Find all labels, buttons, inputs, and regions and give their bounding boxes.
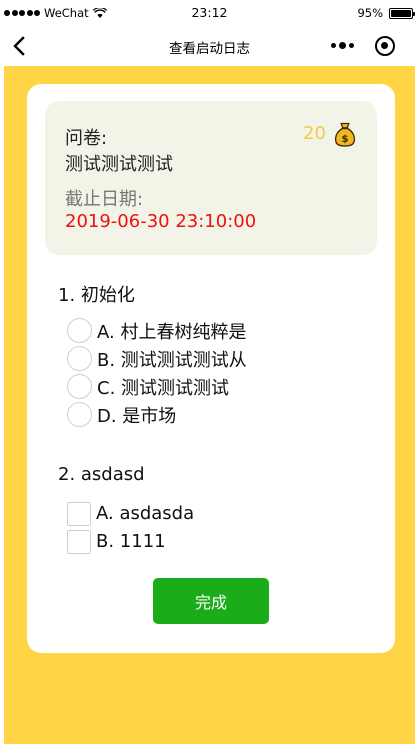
checkbox-option[interactable]: B. 1111 <box>67 529 166 554</box>
radio-option[interactable]: D. 是市场 <box>67 402 176 427</box>
close-miniprogram-icon[interactable] <box>375 36 395 56</box>
survey-label: 问卷: <box>65 128 108 149</box>
clock: 23:12 <box>191 5 228 20</box>
radio-button[interactable] <box>67 374 92 399</box>
checkbox[interactable] <box>67 501 91 526</box>
checkbox-option[interactable]: A. asdasda <box>67 501 194 526</box>
question-2-title: 2. asdasd <box>58 464 145 485</box>
question-1-title: 1. 初始化 <box>58 285 135 306</box>
reward-points: 20 <box>303 123 326 144</box>
option-label: B. 测试测试测试从 <box>97 349 247 371</box>
nav-bar: 查看启动日志 <box>0 26 419 66</box>
radio-option[interactable]: A. 村上春树纯粹是 <box>67 318 246 343</box>
survey-name: 测试测试测试 <box>65 154 173 175</box>
radio-button[interactable] <box>67 346 92 371</box>
status-bar: WeChat 23:12 95% <box>0 0 419 26</box>
radio-option[interactable]: C. 测试测试测试 <box>67 374 229 399</box>
radio-option[interactable]: B. 测试测试测试从 <box>67 346 247 371</box>
submit-button[interactable]: 完成 <box>153 578 269 624</box>
deadline-value: 2019-06-30 23:10:00 <box>65 211 257 232</box>
checkbox[interactable] <box>67 529 91 554</box>
radio-button[interactable] <box>67 318 92 343</box>
option-label: C. 测试测试测试 <box>97 377 230 399</box>
option-label: B. 1111 <box>96 531 166 552</box>
more-options-icon[interactable] <box>331 42 354 49</box>
radio-button[interactable] <box>67 402 92 427</box>
option-label: A. 村上春树纯粹是 <box>97 321 247 343</box>
svg-text:$: $ <box>342 134 349 145</box>
option-label: D. 是市场 <box>97 405 177 427</box>
status-right: 95% <box>357 6 415 20</box>
option-label: A. asdasda <box>96 503 195 524</box>
page-title: 查看启动日志 <box>169 41 250 57</box>
battery-icon <box>389 7 415 19</box>
battery-percent: 95% <box>357 6 383 20</box>
deadline-label: 截止日期: <box>65 189 144 210</box>
money-bag-icon: $ <box>334 122 356 147</box>
